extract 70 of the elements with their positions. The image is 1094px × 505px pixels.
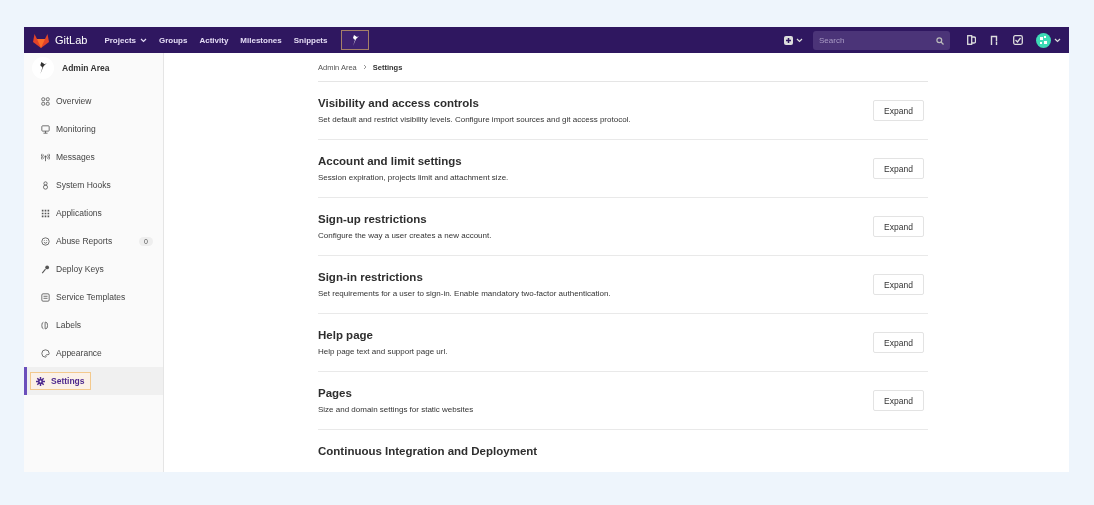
section-description: Help page text and support page url. xyxy=(318,347,448,356)
section-title: Account and limit settings xyxy=(318,155,463,167)
fox-logo-icon[interactable] xyxy=(33,32,49,48)
search-icon xyxy=(936,36,944,45)
sidebar-item[interactable]: Messages xyxy=(24,143,163,171)
smiley-icon xyxy=(41,236,50,246)
tag-icon xyxy=(41,320,50,330)
sidebar-item[interactable]: Settings xyxy=(24,367,163,395)
sidebar-item[interactable]: System Hooks xyxy=(24,171,163,199)
section-description: Session expiration, projects limit and attachment size. xyxy=(318,173,509,182)
caret-icon xyxy=(796,37,803,43)
grid-icon xyxy=(41,208,50,218)
gear-icon xyxy=(36,376,45,386)
sidebar-item-label: Deploy Keys xyxy=(56,264,104,274)
grid-icon xyxy=(41,96,50,106)
expand-button[interactable]: Expand xyxy=(873,274,924,295)
monitor-icon xyxy=(41,124,50,134)
nav-link[interactable]: Projects xyxy=(104,35,147,45)
nav-link[interactable]: Snippets xyxy=(293,35,328,45)
nav-link[interactable]: Groups xyxy=(159,35,188,45)
palette-icon xyxy=(41,348,50,358)
section-title: Continuous Integration and Deployment xyxy=(318,445,538,457)
sidebar-item-label: Messages xyxy=(56,152,95,162)
sidebar-item-label: Settings xyxy=(51,376,85,386)
sidebar-title: Admin Area xyxy=(62,63,110,73)
caret-icon xyxy=(140,37,147,43)
nav-link[interactable]: Milestones xyxy=(240,35,282,45)
section-title: Sign-up restrictions xyxy=(318,213,428,225)
merge-request-icon[interactable] xyxy=(990,35,999,45)
section-title: Pages xyxy=(318,387,353,399)
caret-icon xyxy=(1054,37,1061,43)
expand-button[interactable]: Expand xyxy=(873,100,924,121)
section-title: Sign-in restrictions xyxy=(318,271,424,283)
sidebar-item-label: System Hooks xyxy=(56,180,111,190)
section-description: Configure the way a user creates a new account. xyxy=(318,231,492,240)
sidebar-item[interactable]: Overview xyxy=(24,87,163,115)
section-description: Set requirements for a user to sign-in. Enable mandatory two-factor authentication. xyxy=(318,289,611,298)
brand-name[interactable]: GitLab xyxy=(55,34,88,46)
expand-button[interactable]: Expand xyxy=(873,332,924,353)
avatar-icon[interactable] xyxy=(1036,32,1051,48)
sidebar-item[interactable]: Service Templates xyxy=(24,283,163,311)
section-title: Help page xyxy=(318,329,374,341)
key-icon xyxy=(41,264,50,274)
admin-button[interactable] xyxy=(341,30,370,50)
nav-link[interactable]: Activity xyxy=(199,35,229,45)
sidebar-item-label: Appearance xyxy=(56,348,102,358)
expand-button[interactable]: Expand xyxy=(873,216,924,237)
search-field[interactable]: Search xyxy=(813,30,950,50)
expand-button[interactable]: Expand xyxy=(873,390,924,411)
sidebar-item-label: Abuse Reports xyxy=(56,236,113,246)
sidebar-item[interactable]: Monitoring xyxy=(24,115,163,143)
document-icon xyxy=(41,292,50,302)
sidebar-item[interactable]: Labels xyxy=(24,311,163,339)
sidebar-item-label: Applications xyxy=(56,208,102,218)
chevron-icon xyxy=(362,64,367,70)
checkbox-icon[interactable] xyxy=(1013,35,1023,45)
antenna-icon xyxy=(41,152,50,162)
sidebar-item-label: Overview xyxy=(56,96,92,106)
sidebar-item[interactable]: Appearance xyxy=(24,339,163,367)
expand-button[interactable]: Expand xyxy=(873,158,924,179)
section-title: Visibility and access controls xyxy=(318,97,480,109)
sidebar-item[interactable]: Deploy Keys xyxy=(24,255,163,283)
section-description: Set default and restrict visibility levels. Configure import sources and git access protocol. xyxy=(318,115,631,124)
panel-icon[interactable] xyxy=(967,35,976,45)
section-description: Size and domain settings for static websites xyxy=(318,405,474,414)
sidebar-item-label: Monitoring xyxy=(56,124,96,134)
sidebar-item-label: Service Templates xyxy=(56,292,126,302)
sidebar-item-label: Labels xyxy=(56,320,82,330)
plus-square-icon[interactable] xyxy=(784,35,793,45)
sidebar-item[interactable]: Applications xyxy=(24,199,163,227)
